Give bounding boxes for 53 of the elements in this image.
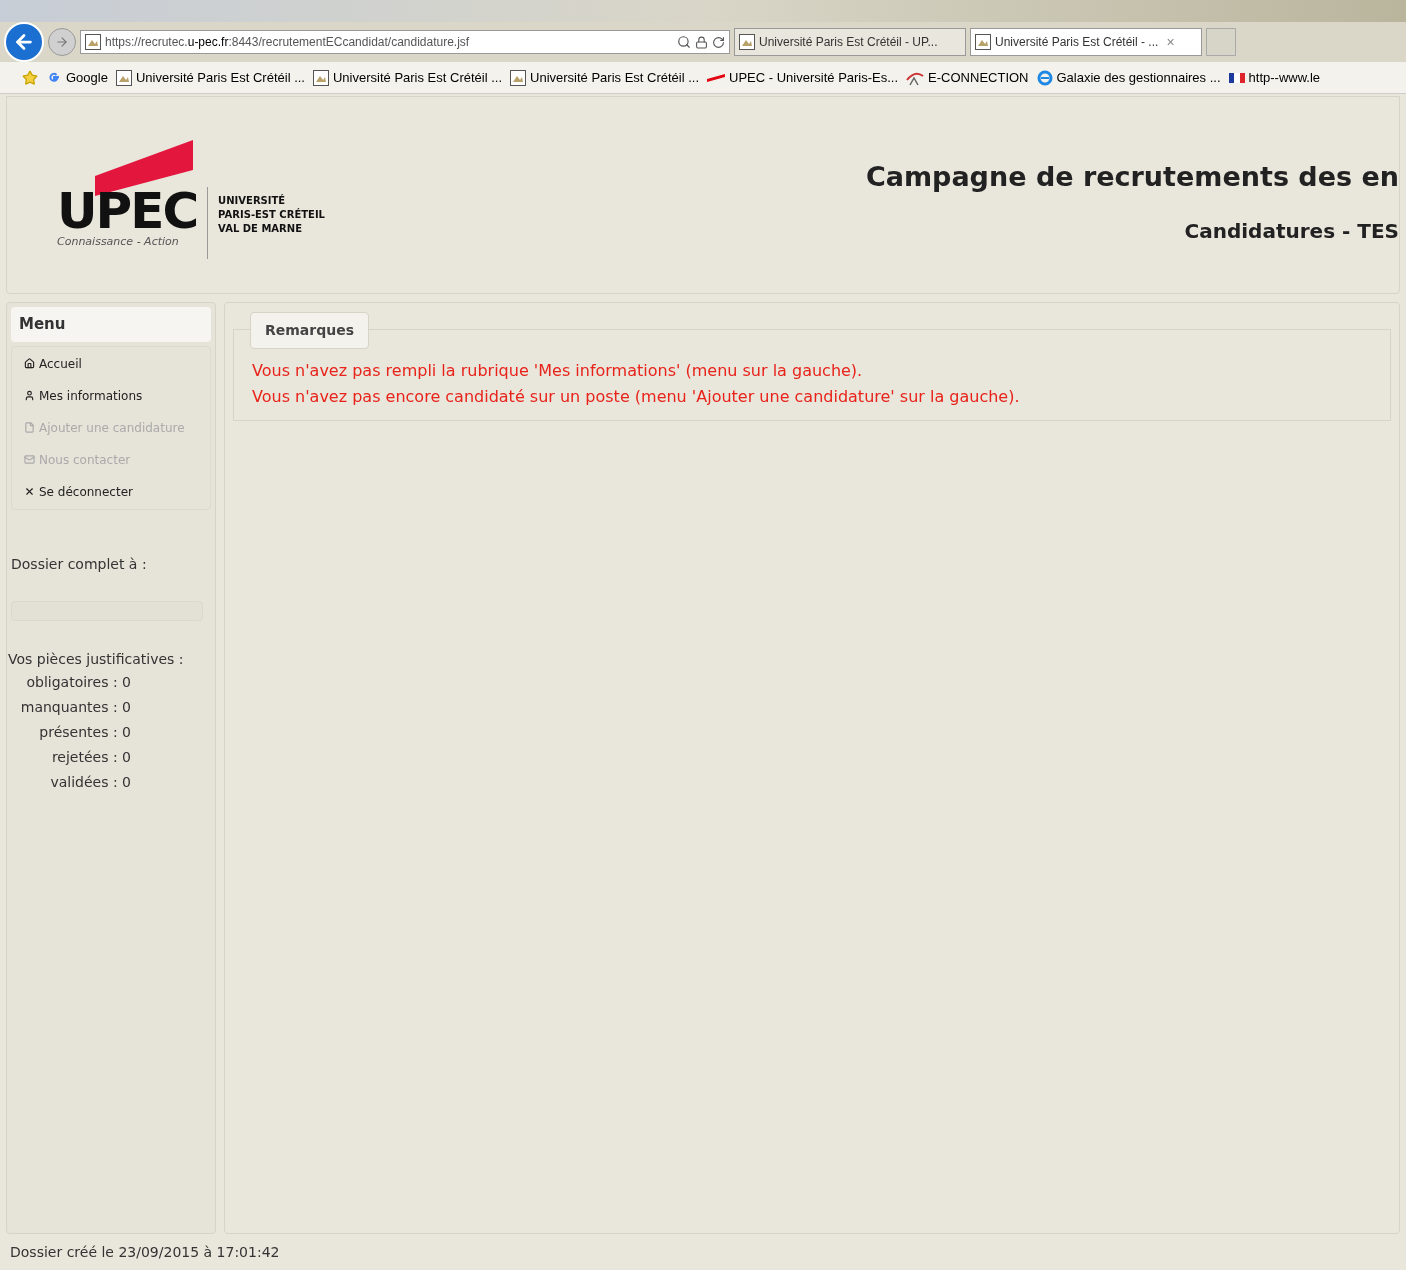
document-count: manquantes : 0 [20, 697, 131, 717]
menu-header: Menu [11, 307, 211, 342]
favorite-link[interactable]: UPEC - Université Paris-Es... [707, 67, 899, 88]
document-icon [24, 422, 35, 433]
documents-title: Vos pièces justificatives : [8, 649, 185, 669]
search-icon[interactable] [677, 35, 691, 49]
favorite-link[interactable]: Google [46, 67, 108, 88]
page-favicon-icon [510, 69, 526, 86]
tab-close-button[interactable]: × [1166, 31, 1175, 53]
back-button[interactable] [4, 22, 44, 62]
menu-item[interactable]: Se déconnecter [24, 482, 198, 501]
document-count: validées : 0 [50, 772, 131, 792]
mail-icon [24, 454, 35, 465]
upec-logo-drawing: UPEC Connaissance - Action UNIVERSITÉ PARIS-EST CRÉTEIL VAL DE MARNE [57, 131, 325, 259]
warning-message: Vous n'avez pas encore candidaté sur un poste (menu 'Ajouter une candidature' sur la gauche). [252, 386, 1021, 408]
page-favicon-icon [85, 34, 101, 50]
page-favicon-icon [115, 69, 132, 86]
user-icon [24, 390, 35, 401]
page-favicon-icon [312, 69, 329, 86]
page-subtitle: Candidatures - TES [1184, 217, 1399, 245]
browser-e-icon [1036, 69, 1053, 86]
page-title: Campagne de recrutements des en [865, 160, 1399, 194]
close-icon [24, 486, 35, 497]
favorite-link[interactable]: http--www.le [1228, 67, 1321, 88]
document-count: obligatoires : 0 [26, 672, 131, 692]
slanted-stripe-icon [707, 73, 726, 82]
home-icon [24, 358, 35, 369]
address-bar[interactable]: https://recrutec.u-pec.fr:8443/recrutementECcandidat/candidature.jsf [80, 30, 730, 54]
page-favicon-icon [739, 34, 755, 50]
page-favicon-icon [975, 34, 991, 50]
favorite-link[interactable]: Université Paris Est Crétéil ... [115, 67, 305, 88]
warning-message: Vous n'avez pas rempli la rubrique 'Mes informations' (menu sur la gauche). [252, 360, 864, 382]
favorite-link[interactable]: E-CONNECTION [906, 67, 1029, 88]
favorite-link[interactable]: Université Paris Est Crétéil ... [510, 67, 700, 88]
browser-tab[interactable]: Université Paris Est Crétéil - ... × [970, 28, 1202, 56]
document-count: rejetées : 0 [51, 747, 131, 767]
browser-tab[interactable]: Université Paris Est Crétéil - UP... [734, 28, 966, 56]
completion-label: Dossier complet à : [11, 554, 148, 574]
lock-icon [695, 35, 708, 49]
menu-item[interactable]: Accueil [24, 354, 198, 373]
favorite-link[interactable]: Université Paris Est Crétéil ... [312, 67, 502, 88]
flag-icon [1228, 72, 1245, 83]
tab-title: Université Paris Est Crétéil - UP... [759, 34, 938, 51]
tab-title: Université Paris Est Crétéil - ... [995, 34, 1159, 51]
url-text: https://recrutec.u-pec.fr:8443/recrutementECcandidat/candidature.jsf [105, 34, 470, 51]
footer-text: Dossier créé le 23/09/2015 à 17:01:42 [10, 1242, 280, 1262]
favorite-link[interactable]: Galaxie des gestionnaires ... [1036, 67, 1221, 88]
remarks-legend: Remarques [250, 312, 370, 349]
refresh-icon[interactable] [712, 35, 725, 49]
favorites-star-icon[interactable] [22, 69, 38, 86]
document-count: présentes : 0 [39, 722, 131, 742]
menu-item[interactable]: Mes informations [24, 386, 198, 405]
forward-arrow-icon [55, 35, 69, 49]
